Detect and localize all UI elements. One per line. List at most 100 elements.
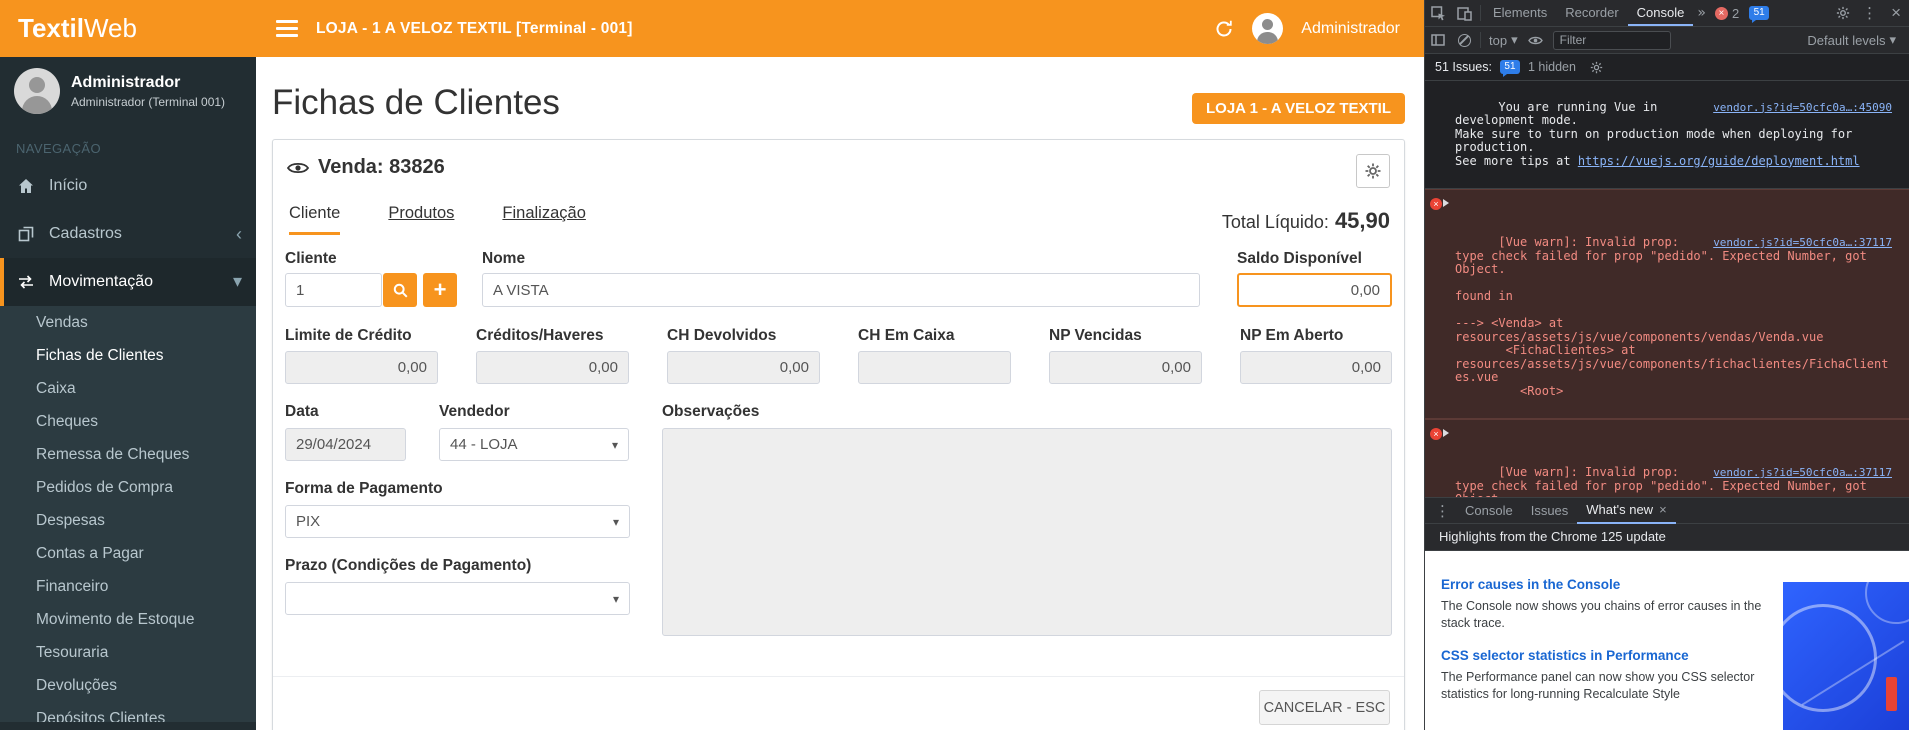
devtools-tab-elements[interactable]: Elements [1484, 0, 1556, 26]
cancel-button[interactable]: CANCELAR - ESC [1259, 690, 1390, 725]
forma-pagamento-select[interactable]: PIX▾ [285, 505, 630, 538]
context-selector[interactable]: top ▾ [1484, 33, 1523, 48]
chevron-down-icon: ▾ [1889, 33, 1896, 48]
context-value: top [1489, 33, 1507, 48]
vuejs-deployment-link[interactable]: https://vuejs.org/guide/deployment.html [1578, 154, 1860, 168]
sidebar-subitem-cheques[interactable]: Cheques [0, 405, 256, 438]
devtools-tab-console[interactable]: Console [1628, 0, 1694, 26]
sidebar-submenu: Vendas Fichas de Clientes Caixa Cheques … [0, 306, 256, 722]
observacoes-textarea[interactable] [662, 428, 1392, 636]
clone-icon [14, 226, 38, 242]
error-text: [Vue warn]: Invalid prop: type check fai… [1455, 235, 1888, 398]
vendedor-select[interactable]: 44 - LOJA▾ [439, 428, 629, 461]
vendedor-selected: 44 - LOJA [450, 436, 518, 453]
source-link[interactable]: vendor.js?id=50cfc0a…:37117 [1713, 466, 1892, 480]
close-tab-icon[interactable]: × [1659, 497, 1667, 523]
sidebar-item-movimentacao[interactable]: Movimentação ▾ [0, 258, 256, 306]
error-icon [1430, 198, 1442, 210]
device-toolbar-icon[interactable] [1451, 0, 1477, 26]
sidebar-subitem-fichas-de-clientes[interactable]: Fichas de Clientes [0, 339, 256, 372]
clear-console-icon[interactable] [1451, 27, 1477, 53]
log-levels-selector[interactable]: Default levels ▾ [1802, 33, 1901, 48]
message-bubble-icon: 51 [1749, 6, 1769, 20]
tab-finalizacao[interactable]: Finalização [502, 204, 585, 235]
card-footer-divider [273, 676, 1404, 677]
topbar-avatar[interactable] [1252, 13, 1283, 44]
error-count: 2 [1732, 6, 1739, 21]
sidebar-subitem-caixa[interactable]: Caixa [0, 372, 256, 405]
tab-cliente[interactable]: Cliente [289, 204, 340, 235]
sidebar-subitem-contas-a-pagar[interactable]: Contas a Pagar [0, 537, 256, 570]
tab-produtos[interactable]: Produtos [388, 204, 454, 235]
drawer-tab-issues[interactable]: Issues [1522, 498, 1578, 524]
user-name: Administrador [71, 74, 225, 92]
console-sidebar-toggle-icon[interactable] [1425, 27, 1451, 53]
limite-label: Limite de Crédito [285, 327, 412, 345]
sidebar-subitem-tesouraria[interactable]: Tesouraria [0, 636, 256, 669]
sidebar-item-cadastros[interactable]: Cadastros ‹ [0, 210, 256, 258]
inspect-element-icon[interactable] [1425, 0, 1451, 26]
prazo-label: Prazo (Condições de Pagamento) [285, 557, 531, 575]
cliente-input[interactable] [285, 273, 382, 307]
more-tabs-icon[interactable]: » [1693, 5, 1710, 21]
creditos-label: Créditos/Haveres [476, 327, 604, 345]
sidebar-subitem-vendas[interactable]: Vendas [0, 306, 256, 339]
devtools-tab-recorder[interactable]: Recorder [1556, 0, 1627, 26]
whatsnew-panel: Error causes in the Console The Console … [1425, 551, 1909, 730]
add-cliente-button[interactable]: + [423, 273, 457, 307]
sidebar-subitem-pedidos-de-compra[interactable]: Pedidos de Compra [0, 471, 256, 504]
message-count-badge[interactable]: 51 [1749, 6, 1769, 20]
user-avatar [14, 68, 60, 114]
search-icon [393, 283, 408, 298]
live-expression-eye-icon[interactable] [1523, 27, 1549, 53]
hidden-messages-label[interactable]: 1 hidden [1528, 60, 1576, 74]
devtools-menu-icon[interactable]: ⋮ [1856, 4, 1883, 22]
app-logo[interactable]: TextilWeb [0, 0, 256, 57]
drawer-tab-whats-new[interactable]: What's new × [1577, 498, 1675, 524]
search-button[interactable] [383, 273, 417, 307]
sidebar-subitem-financeiro[interactable]: Financeiro [0, 570, 256, 603]
source-link[interactable]: vendor.js?id=50cfc0a…:37117 [1713, 236, 1892, 250]
refresh-icon[interactable] [1214, 19, 1234, 39]
expand-triangle-icon[interactable] [1443, 199, 1449, 207]
source-link[interactable]: vendor.js?id=50cfc0a…:45090 [1713, 101, 1892, 115]
chevron-down-icon: ▾ [1511, 33, 1518, 48]
sidebar-subitem-despesas[interactable]: Despesas [0, 504, 256, 537]
console-filter-input[interactable] [1553, 31, 1671, 50]
prazo-select[interactable]: ▾ [285, 582, 630, 615]
topbar-user-name[interactable]: Administrador [1301, 20, 1400, 38]
cliente-label: Cliente [285, 250, 337, 268]
issues-settings-icon[interactable] [1584, 54, 1610, 80]
devtools-panel: Elements Recorder Console » 2 51 ⋮ × top… [1424, 0, 1909, 730]
sidebar-subitem-depositos-clientes[interactable]: Depósitos Clientes [0, 702, 256, 722]
error-count-badge[interactable]: 2 [1715, 6, 1739, 21]
sidebar-subitem-devolucoes[interactable]: Devoluções [0, 669, 256, 702]
drawer-menu-icon[interactable]: ⋮ [1429, 502, 1456, 520]
sidebar-item-label: Cadastros [49, 225, 122, 243]
drawer-tab-console[interactable]: Console [1456, 498, 1522, 524]
user-role: Administrador (Terminal 001) [71, 95, 225, 109]
issues-bubble-icon[interactable]: 51 [1500, 60, 1520, 74]
sidebar-subitem-remessa-de-cheques[interactable]: Remessa de Cheques [0, 438, 256, 471]
whatsnew-thumbnail[interactable] [1783, 582, 1909, 730]
sidebar-item-inicio[interactable]: Início [0, 162, 256, 210]
expand-triangle-icon[interactable] [1443, 429, 1449, 437]
page-content: Fichas de Clientes LOJA 1 - A VELOZ TEXT… [256, 57, 1424, 730]
nome-input[interactable] [482, 273, 1200, 307]
whatsnew-header: Highlights from the Chrome 125 update [1425, 524, 1909, 551]
card-tabs: Cliente Produtos Finalização [289, 204, 586, 235]
npab-value: 0,00 [1240, 351, 1392, 384]
whatsnew-article-title[interactable]: CSS selector statistics in Performance [1441, 648, 1759, 663]
exchange-icon [14, 274, 38, 290]
nome-label: Nome [482, 250, 525, 268]
card-settings-button[interactable] [1356, 154, 1390, 188]
saldo-label: Saldo Disponível [1237, 250, 1362, 268]
data-value: 29/04/2024 [285, 428, 406, 461]
devtools-settings-icon[interactable] [1830, 0, 1856, 26]
sidebar: TextilWeb Administrador Administrador (T… [0, 0, 256, 730]
sidebar-subitem-movimento-de-estoque[interactable]: Movimento de Estoque [0, 603, 256, 636]
terminal-title: LOJA - 1 A VELOZ TEXTIL [Terminal - 001] [316, 20, 633, 38]
devtools-close-icon[interactable]: × [1883, 3, 1909, 23]
whatsnew-article-title[interactable]: Error causes in the Console [1441, 577, 1759, 592]
hamburger-menu-icon[interactable] [276, 16, 298, 41]
